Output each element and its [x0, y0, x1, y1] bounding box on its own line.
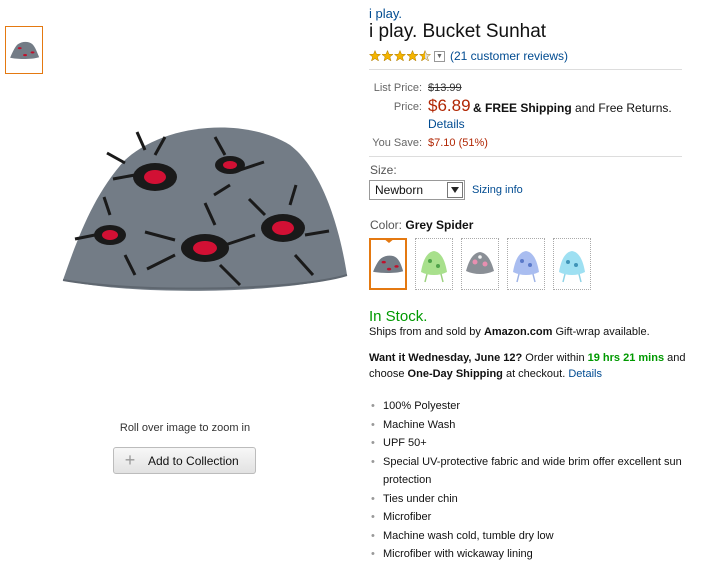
- grey-spider-hat-icon: [373, 255, 404, 273]
- feature-item: UPF 50+: [369, 434, 699, 453]
- free-shipping-text: & FREE Shipping: [473, 101, 572, 115]
- size-selected-value: Newborn: [375, 183, 424, 197]
- size-select[interactable]: Newborn: [369, 180, 465, 200]
- star-rating-icon: [369, 50, 431, 62]
- chevron-down-icon[interactable]: ▼: [434, 50, 445, 62]
- feature-item: Microfiber with wickaway lining: [369, 545, 699, 564]
- shipping-details-link[interactable]: Details: [428, 117, 465, 131]
- zoom-hint: Roll over image to zoom in: [119, 422, 251, 434]
- plus-icon: +: [124, 450, 136, 470]
- product-main-image[interactable]: [55, 115, 355, 300]
- price-label: Price:: [393, 101, 422, 113]
- time-left: 19 hrs 21 mins: [587, 352, 665, 364]
- color-swatch-blue-floral[interactable]: [507, 238, 545, 290]
- size-label: Size:: [370, 163, 397, 177]
- at-checkout-text: at checkout.: [505, 368, 566, 380]
- brand-link[interactable]: i play.: [369, 6, 402, 21]
- feature-list: 100% Polyester Machine Wash UPF 50+ Spec…: [369, 397, 699, 564]
- divider: [369, 69, 682, 70]
- order-within-text: Order within: [525, 352, 585, 364]
- feature-item: Microfiber: [369, 508, 699, 527]
- color-swatch-grey-floral[interactable]: [461, 238, 499, 290]
- aqua-print-hat-icon: [559, 251, 585, 283]
- feature-item: 100% Polyester: [369, 397, 699, 416]
- grey-floral-hat-icon: [466, 252, 494, 274]
- ships-prefix: Ships from and sold by: [369, 326, 481, 338]
- feature-item: Special UV-protective fabric and wide br…: [369, 453, 699, 490]
- product-thumbnail[interactable]: [5, 26, 43, 74]
- feature-item: Ties under chin: [369, 490, 699, 509]
- list-price-label: List Price:: [373, 82, 422, 94]
- delivery-estimate: Want it Wednesday, June 12? Order within…: [369, 350, 689, 382]
- color-selected-value: Grey Spider: [405, 218, 474, 232]
- you-save-label: You Save:: [372, 137, 422, 149]
- chevron-down-icon: [447, 182, 463, 198]
- hat-thumbnail-image: [10, 41, 40, 59]
- feature-item: Machine Wash: [369, 416, 699, 435]
- color-swatch-grey-spider[interactable]: [369, 238, 407, 290]
- list-price-value: $13.99: [428, 82, 462, 94]
- add-to-collection-label: Add to Collection: [148, 453, 239, 468]
- ships-from-info: Ships from and sold by Amazon.com Gift-w…: [369, 326, 650, 338]
- color-swatch-green[interactable]: [415, 238, 453, 290]
- free-returns-text: and Free Returns.: [575, 101, 672, 115]
- selected-indicator: [383, 238, 395, 243]
- shipping-info: & FREE Shipping and Free Returns.: [473, 101, 672, 115]
- product-title: i play. Bucket Sunhat: [369, 21, 547, 42]
- seller-name: Amazon.com: [483, 326, 553, 338]
- choose-text: choose: [369, 368, 405, 380]
- stock-status: In Stock.: [369, 308, 428, 325]
- color-label-text: Color:: [370, 218, 403, 232]
- add-to-collection-button[interactable]: + Add to Collection: [113, 447, 256, 474]
- shipping-option: One-Day Shipping: [407, 368, 503, 380]
- price-value: $6.89: [428, 96, 471, 115]
- gift-wrap-text: Gift-wrap available.: [555, 326, 650, 338]
- star-rating[interactable]: ▼ (21 customer reviews): [369, 49, 568, 63]
- color-swatch-aqua-print[interactable]: [553, 238, 591, 290]
- customer-reviews-link[interactable]: (21 customer reviews): [450, 49, 568, 63]
- feature-item: Machine wash cold, tumble dry low: [369, 527, 699, 546]
- sizing-info-link[interactable]: Sizing info: [472, 184, 523, 196]
- delivery-details-link[interactable]: Details: [568, 368, 602, 380]
- green-hat-icon: [421, 251, 447, 283]
- you-save-value: $7.10 (51%): [428, 137, 488, 149]
- blue-floral-hat-icon: [513, 251, 539, 283]
- color-label: Color: Grey Spider: [370, 218, 473, 232]
- divider: [369, 156, 682, 157]
- and-text: and: [667, 352, 686, 364]
- want-it-text: Want it Wednesday, June 12?: [369, 352, 523, 364]
